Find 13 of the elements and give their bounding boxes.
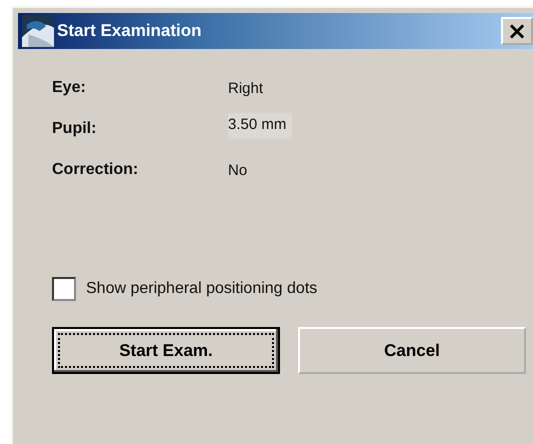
dialog-button[interactable]: Cancel [298,327,526,374]
window-title: Start Examination [57,21,203,41]
checkbox-label[interactable]: Show peripheral positioning dots [86,280,318,298]
checkbox[interactable] [52,277,76,301]
dialog-button[interactable]: Start Exam. [52,327,280,374]
value-field: 3.50 mm [228,113,292,139]
app-icon [22,15,54,47]
field-label: Pupil: [52,120,96,138]
field-value: Right [228,80,264,96]
field-label: Correction: [52,161,138,179]
field-value: No [228,162,248,178]
close-button[interactable]: × [501,17,533,45]
field-label: Eye: [52,79,86,97]
